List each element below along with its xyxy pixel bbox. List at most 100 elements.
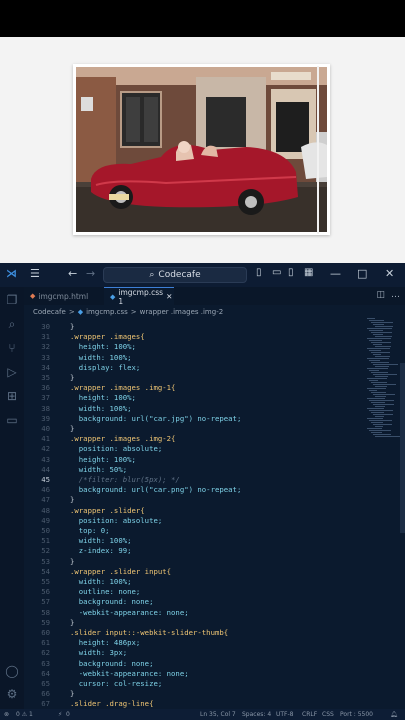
line-number: 54 — [41, 566, 50, 576]
minimap-line — [375, 416, 384, 417]
code-line[interactable]: 61 height: 486px; — [24, 638, 354, 648]
code-line[interactable]: 45 /*filter: blur(5px); */ — [24, 475, 354, 485]
code-line[interactable]: 33 width: 100%; — [24, 353, 354, 363]
tab-imgcmp-css[interactable]: ◆ imgcmp.css 1 ✕ — [104, 287, 174, 306]
explorer-icon[interactable]: ❐ — [5, 293, 19, 307]
line-number: 31 — [41, 332, 50, 342]
code-line[interactable]: 60 .slider input::-webkit-slider-thumb{ — [24, 628, 354, 638]
line-number: 30 — [41, 322, 50, 331]
remote-indicator-icon[interactable]: ⊗ — [4, 711, 9, 718]
code-line[interactable]: 51 width: 100%; — [24, 536, 354, 546]
minimap[interactable] — [367, 318, 400, 438]
source-control-icon[interactable]: ⑂ — [5, 341, 19, 355]
account-icon[interactable]: ◯ — [5, 664, 19, 678]
search-sidebar-icon[interactable]: ⌕ — [5, 317, 19, 331]
problems-count[interactable]: 0 ⚠ 1 — [16, 711, 33, 718]
line-ending[interactable]: CRLF — [302, 711, 317, 718]
code-line[interactable]: 40} — [24, 424, 354, 434]
line-code: background: none; — [70, 597, 154, 607]
cursor-position[interactable]: Ln 35, Col 7 — [200, 711, 236, 718]
toggle-secondary-icon[interactable]: ▯ — [288, 267, 294, 278]
breadcrumb-file[interactable]: imgcmp.css — [86, 308, 128, 316]
ports-icon[interactable]: ⚡ — [58, 711, 62, 718]
code-line[interactable]: 63 background: none; — [24, 659, 354, 669]
slider-drag-line[interactable] — [317, 66, 319, 234]
code-line[interactable]: 64 -webkit-appearance: none; — [24, 669, 354, 679]
toggle-panel-icon[interactable]: ▭ — [272, 267, 281, 278]
code-line[interactable]: 46 background: url("car.png") no-repeat; — [24, 485, 354, 495]
line-number: 45 — [41, 475, 50, 484]
layout-icon[interactable]: ▦ — [304, 267, 313, 278]
code-line[interactable]: 37 height: 100%; — [24, 393, 354, 403]
minimap-line — [373, 424, 392, 425]
code-line[interactable]: 56 outline: none; — [24, 587, 354, 597]
settings-gear-icon[interactable]: ⚙ — [5, 687, 19, 701]
code-line[interactable]: 66} — [24, 689, 354, 699]
code-line[interactable]: 52 z-index: 99; — [24, 546, 354, 556]
editor-scrollbar[interactable] — [400, 363, 405, 533]
line-number: 46 — [41, 485, 50, 495]
extensions-icon[interactable]: ⊞ — [5, 389, 19, 403]
more-actions-icon[interactable]: … — [391, 290, 400, 300]
breadcrumb-symbol[interactable]: wrapper .images .img-2 — [140, 308, 224, 316]
vscode-logo-icon: ⋊ — [6, 267, 17, 280]
code-line[interactable]: 42 position: absolute; — [24, 444, 354, 454]
tab-close-icon[interactable]: ✕ — [166, 292, 172, 301]
tab-imgcmp-html[interactable]: ◆ imgcmp.html — [24, 287, 104, 305]
code-line[interactable]: 43 height: 100%; — [24, 455, 354, 465]
close-icon[interactable]: ✕ — [385, 267, 394, 280]
code-line[interactable]: 36 .wrapper .images .img-1{ — [24, 383, 354, 393]
code-editor[interactable]: 30} 31 .wrapper .images{32 height: 100%; 33… — [24, 318, 405, 711]
code-line[interactable]: 54 .wrapper .slider input{ — [24, 567, 354, 577]
forward-arrow-icon[interactable]: → — [86, 267, 95, 280]
encoding[interactable]: UTF-8 — [276, 711, 294, 718]
code-line[interactable]: 30} — [24, 322, 354, 332]
code-line[interactable]: 58 -webkit-appearance: none; — [24, 608, 354, 618]
code-line[interactable]: 35} — [24, 373, 354, 383]
minimap-line — [375, 336, 392, 337]
live-server-port[interactable]: Port : 5500 — [340, 711, 373, 718]
line-number: 61 — [41, 638, 50, 648]
language-mode[interactable]: CSS — [322, 711, 334, 718]
breadcrumb-sep: > — [130, 307, 137, 316]
line-number: 50 — [41, 526, 50, 535]
minimap-line — [373, 334, 383, 335]
code-line[interactable]: 48 .wrapper .slider{ — [24, 506, 354, 516]
back-arrow-icon[interactable]: ← — [68, 267, 77, 280]
menu-icon[interactable]: ☰ — [30, 267, 40, 280]
code-line[interactable]: 55 width: 100%; — [24, 577, 354, 587]
command-search[interactable]: ⌕ Codecafe — [103, 267, 247, 283]
code-line[interactable]: 41 .wrapper .images .img-2{ — [24, 434, 354, 444]
code-line[interactable]: 34 display: flex; — [24, 363, 354, 373]
line-code: width: 100%; — [70, 352, 132, 362]
minimap-line — [373, 394, 395, 395]
minimap-line — [367, 398, 385, 399]
line-number: 41 — [41, 434, 50, 444]
code-line[interactable]: 53} — [24, 557, 354, 567]
toggle-sidebar-icon[interactable]: ▯ — [256, 267, 262, 278]
code-line[interactable]: 65 cursor: col-resize; — [24, 679, 354, 689]
code-line[interactable]: 39 background: url("car.jpg") no-repeat; — [24, 414, 354, 424]
run-debug-icon[interactable]: ▷ — [5, 365, 19, 379]
code-line[interactable]: 59} — [24, 618, 354, 628]
code-line[interactable]: 44 width: 50%; — [24, 465, 354, 475]
remote-icon[interactable]: ▭ — [5, 413, 19, 427]
code-line[interactable]: 47} — [24, 495, 354, 505]
split-editor-icon[interactable]: ◫ — [376, 290, 385, 300]
code-line[interactable]: 38 width: 100%; — [24, 404, 354, 414]
code-line[interactable]: 31 .wrapper .images{ — [24, 332, 354, 342]
code-line[interactable]: 49 position: absolute; — [24, 516, 354, 526]
indentation[interactable]: Spaces: 4 — [242, 711, 271, 718]
breadcrumb-folder[interactable]: Codecafe — [33, 308, 66, 316]
line-code: cursor: col-resize; — [70, 679, 163, 688]
code-line[interactable]: 32 height: 100%; — [24, 342, 354, 352]
top-letterbox — [0, 0, 405, 37]
notifications-icon[interactable]: 🔔︎ — [390, 711, 398, 718]
code-line[interactable]: 57 background: none; — [24, 597, 354, 607]
line-code: -webkit-appearance: none; — [70, 668, 189, 678]
line-code: .wrapper .slider{ — [70, 505, 145, 515]
code-line[interactable]: 50 top: 0; — [24, 526, 354, 536]
minimize-icon[interactable]: — — [330, 267, 341, 280]
code-line[interactable]: 62 width: 3px; — [24, 648, 354, 658]
maximize-icon[interactable]: □ — [357, 267, 367, 280]
